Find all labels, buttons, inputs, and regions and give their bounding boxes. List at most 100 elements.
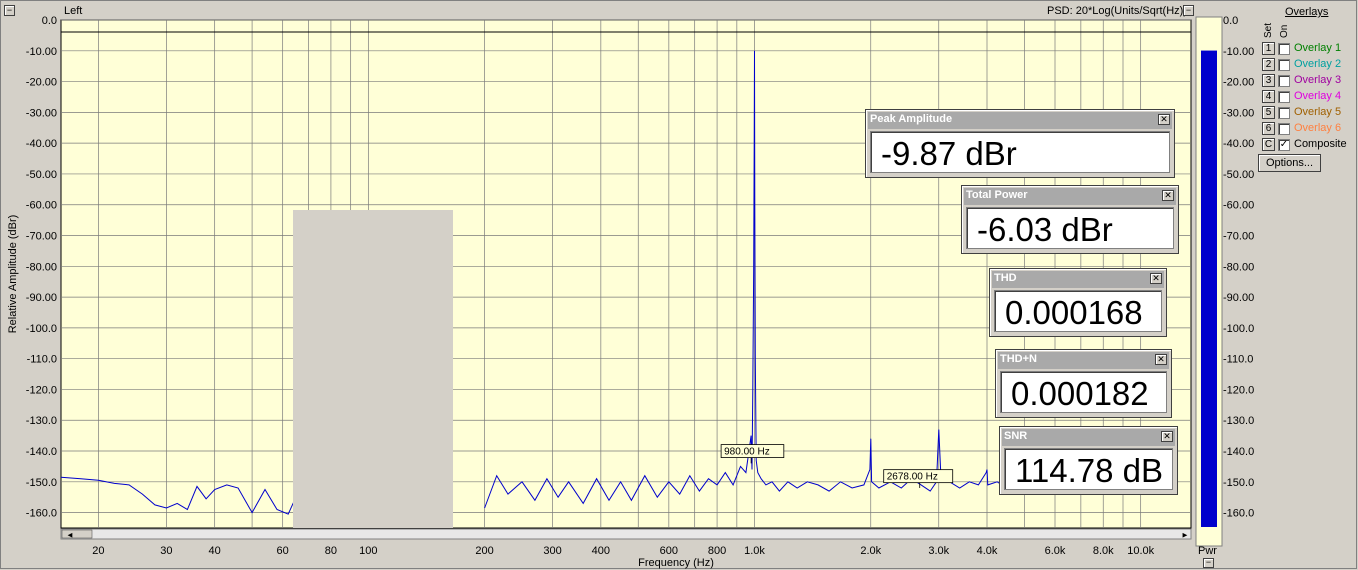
overlay-label: Overlay 1 bbox=[1294, 42, 1342, 54]
close-icon[interactable]: ✕ bbox=[1162, 190, 1174, 201]
overlay-label: Overlay 6 bbox=[1294, 122, 1342, 134]
overlay-row: C ✓ Composite bbox=[1262, 138, 1358, 152]
overlay-checkbox[interactable] bbox=[1278, 59, 1290, 71]
y-tick-label: -60.00 bbox=[26, 200, 57, 212]
y-tick-label: -70.00 bbox=[26, 231, 57, 243]
overlay-set-button[interactable]: 1 bbox=[1262, 42, 1275, 55]
power-meter-tick: -130.0 bbox=[1223, 415, 1254, 427]
overlay-set-button[interactable]: 4 bbox=[1262, 90, 1275, 103]
power-meter-tick: -70.00 bbox=[1223, 231, 1254, 243]
y-tick-label: -90.00 bbox=[26, 292, 57, 304]
overlay-label: Overlay 2 bbox=[1294, 58, 1342, 70]
thd-n-title: THD+N ✕ bbox=[998, 352, 1169, 369]
close-icon[interactable]: ✕ bbox=[1158, 114, 1170, 125]
overlay-row: 3 Overlay 3 bbox=[1262, 74, 1358, 88]
power-meter-tick: -60.00 bbox=[1223, 200, 1254, 212]
x-tick-label: 40 bbox=[209, 545, 221, 557]
power-meter-tick: -50.00 bbox=[1223, 169, 1254, 181]
y-tick-label: -50.00 bbox=[26, 169, 57, 181]
peak-amplitude-title: Peak Amplitude ✕ bbox=[868, 112, 1172, 129]
power-meter-tick: -20.00 bbox=[1223, 77, 1254, 89]
readout-title-text: Peak Amplitude bbox=[870, 113, 953, 125]
power-meter-tick: -100.0 bbox=[1223, 323, 1254, 335]
x-tick-label: 1.0k bbox=[744, 545, 765, 557]
thd-readout[interactable]: THD ✕ 0.000168 bbox=[989, 268, 1167, 337]
power-meter-tick: -40.00 bbox=[1223, 138, 1254, 150]
readout-title-text: SNR bbox=[1004, 430, 1028, 442]
pwr-collapse-button[interactable]: − bbox=[1203, 558, 1214, 568]
total-power-readout[interactable]: Total Power ✕ -6.03 dBr bbox=[961, 185, 1179, 254]
x-axis-label: Frequency (Hz) bbox=[638, 557, 714, 569]
x-tick-label: 20 bbox=[92, 545, 104, 557]
on-column-label: On bbox=[1279, 24, 1290, 38]
overlay-set-button[interactable]: 5 bbox=[1262, 106, 1275, 119]
readout-title-text: THD bbox=[994, 272, 1017, 284]
thd-title: THD ✕ bbox=[992, 271, 1164, 288]
overlay-checkbox[interactable]: ✓ bbox=[1278, 139, 1290, 151]
power-meter-tick: 0.0 bbox=[1223, 15, 1238, 27]
power-meter-tick: -140.0 bbox=[1223, 446, 1254, 458]
peak-amplitude-readout[interactable]: Peak Amplitude ✕ -9.87 dBr bbox=[865, 109, 1175, 178]
scroll-left-arrow[interactable]: ◄ bbox=[66, 531, 74, 540]
power-meter-tick: -10.00 bbox=[1223, 46, 1254, 58]
power-meter-tick: -90.00 bbox=[1223, 292, 1254, 304]
power-meter-tick: -150.0 bbox=[1223, 477, 1254, 489]
options-button[interactable]: Options... bbox=[1258, 154, 1321, 172]
snr-title: SNR ✕ bbox=[1002, 429, 1175, 446]
x-tick-label: 100 bbox=[359, 545, 377, 557]
cursor-label: 980.00 Hz bbox=[724, 447, 770, 458]
total-power-value: -6.03 dBr bbox=[966, 207, 1174, 249]
y-tick-label: -10.00 bbox=[26, 46, 57, 58]
total-power-title: Total Power ✕ bbox=[964, 188, 1176, 205]
x-tick-label: 4.0k bbox=[977, 545, 998, 557]
check-icon: ✓ bbox=[1279, 139, 1289, 150]
overlay-set-button[interactable]: 6 bbox=[1262, 122, 1275, 135]
readout-title-text: Total Power bbox=[966, 189, 1028, 201]
spectrum-analyzer-window: 0.0 -10.00 -20.00 -30.00 -40.00 -50.00 -60.00 -… bbox=[0, 0, 1358, 570]
y-axis-label: Relative Amplitude (dBr) bbox=[7, 215, 19, 334]
peak-amplitude-value: -9.87 dBr bbox=[870, 131, 1170, 173]
overlay-set-button[interactable]: C bbox=[1262, 138, 1275, 151]
x-tick-label: 6.0k bbox=[1045, 545, 1066, 557]
overlay-label: Overlay 3 bbox=[1294, 74, 1342, 86]
power-meter-tick: -160.0 bbox=[1223, 508, 1254, 520]
overlay-label: Overlay 4 bbox=[1294, 90, 1342, 102]
collapse-right-button[interactable]: − bbox=[1183, 5, 1194, 16]
thd-n-readout[interactable]: THD+N ✕ 0.000182 bbox=[995, 349, 1172, 418]
set-column-label: Set bbox=[1263, 22, 1274, 38]
power-meter-tick: -80.00 bbox=[1223, 261, 1254, 273]
horizontal-scrollbar[interactable] bbox=[60, 528, 1192, 540]
overlay-checkbox[interactable] bbox=[1278, 123, 1290, 135]
psd-label: PSD: 20*Log(Units/Sqrt(Hz)) bbox=[1047, 5, 1187, 17]
overlay-checkbox[interactable] bbox=[1278, 107, 1290, 119]
power-meter-tick: -30.00 bbox=[1223, 107, 1254, 119]
power-meter-tick: -120.0 bbox=[1223, 384, 1254, 396]
x-tick-label: 8.0k bbox=[1093, 545, 1114, 557]
cursor-label: 2678.00 Hz bbox=[887, 472, 938, 483]
thd-n-value: 0.000182 bbox=[1000, 371, 1167, 413]
close-icon[interactable]: ✕ bbox=[1155, 354, 1167, 365]
snr-readout[interactable]: SNR ✕ 114.78 dB bbox=[999, 426, 1178, 495]
close-icon[interactable]: ✕ bbox=[1161, 431, 1173, 442]
overlay-set-button[interactable]: 3 bbox=[1262, 74, 1275, 87]
y-tick-label: -140.0 bbox=[26, 446, 57, 458]
y-tick-label: -130.0 bbox=[26, 415, 57, 427]
overlay-checkbox[interactable] bbox=[1278, 75, 1290, 87]
y-tick-label: 0.0 bbox=[42, 15, 57, 27]
scroll-right-arrow[interactable]: ► bbox=[1181, 531, 1189, 540]
thd-value: 0.000168 bbox=[994, 290, 1162, 332]
channel-label: Left bbox=[64, 5, 82, 17]
power-meter-label: Pwr bbox=[1198, 545, 1217, 557]
y-tick-label: -160.0 bbox=[26, 508, 57, 520]
overlay-set-button[interactable]: 2 bbox=[1262, 58, 1275, 71]
overlay-label: Composite bbox=[1294, 138, 1347, 150]
x-tick-label: 3.0k bbox=[928, 545, 949, 557]
overlay-row: 2 Overlay 2 bbox=[1262, 58, 1358, 72]
overlay-checkbox[interactable] bbox=[1278, 43, 1290, 55]
occluding-panel bbox=[293, 210, 453, 528]
x-tick-label: 200 bbox=[475, 545, 493, 557]
collapse-left-button[interactable]: − bbox=[4, 5, 15, 16]
x-tick-label: 800 bbox=[708, 545, 726, 557]
overlay-checkbox[interactable] bbox=[1278, 91, 1290, 103]
close-icon[interactable]: ✕ bbox=[1150, 273, 1162, 284]
